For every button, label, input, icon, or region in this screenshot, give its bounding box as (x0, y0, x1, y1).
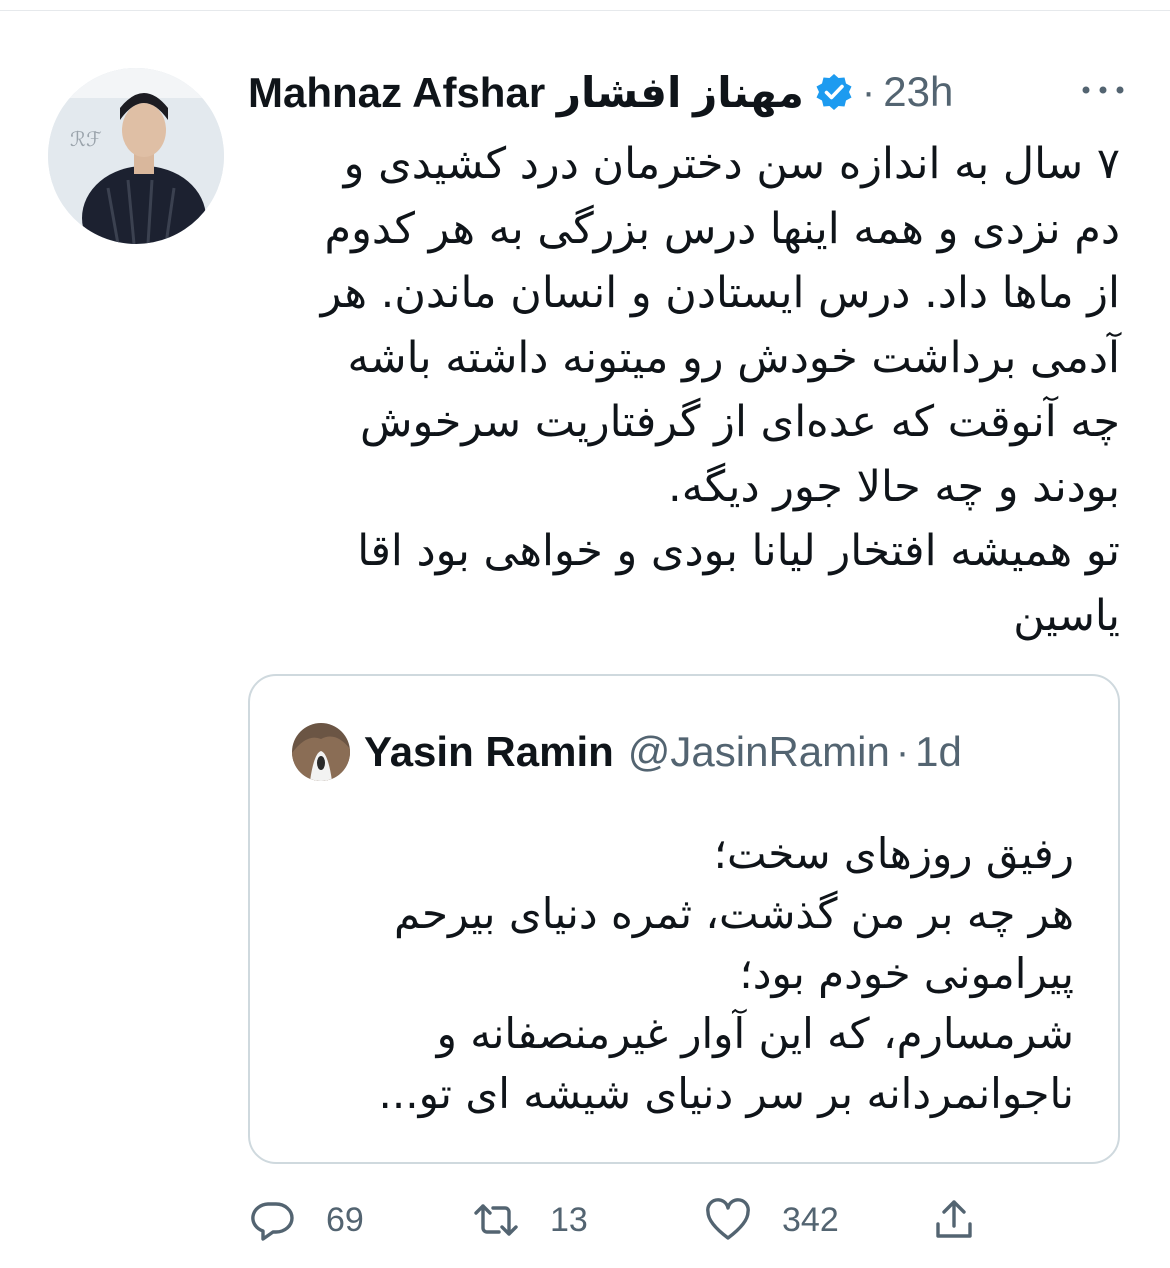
quoted-text-line: هر چه بر من گذشت، ثمره دنیای بیرحم (394, 889, 1074, 938)
tweet[interactable]: ℛℱ Mahnaz Afshar مهناز افشار · 23h ۷ سال… (0, 0, 1170, 1268)
heart-icon (704, 1196, 752, 1244)
tweet-text-line: یاسین (1013, 590, 1120, 641)
verified-badge-icon (814, 72, 854, 112)
quoted-tweet-header: Yasin Ramin @JasinRamin · 1d (292, 723, 962, 781)
author-name[interactable]: Mahnaz Afshar مهناز افشار (248, 68, 804, 117)
quoted-author-name[interactable]: Yasin Ramin (364, 728, 614, 776)
retweet-count: 13 (550, 1200, 588, 1239)
like-button[interactable]: 342 (704, 1190, 839, 1250)
quoted-text-line: پیرامونی خودم بود؛ (739, 949, 1074, 998)
quoted-author-handle[interactable]: @JasinRamin (628, 728, 890, 776)
header-separator: · (861, 69, 876, 114)
quoted-text-line: ناجوانمردانه بر سر دنیای شیشه ای تو... (378, 1069, 1074, 1118)
retweet-button[interactable]: 13 (472, 1190, 588, 1250)
tweet-text: ۷ سال به اندازه سن دخترمان درد کشیدی و د… (248, 132, 1120, 648)
tweet-text-line: تو همیشه افتخار لیانا بودی و خواهی بود ا… (357, 526, 1120, 576)
quoted-text-line: شرمسارم، که این آوار غیرمنصفانه و (436, 1009, 1074, 1058)
tweet-actions: 69 13 342 (248, 1190, 1120, 1250)
quoted-time[interactable]: 1d (915, 728, 962, 776)
tweet-text-line: دم نزدی و همه اینها درس بزرگی به هر کدوم (324, 203, 1120, 254)
more-dots-icon[interactable] (1078, 70, 1128, 110)
quoted-author-avatar[interactable] (292, 723, 350, 781)
share-icon (930, 1196, 978, 1244)
share-button[interactable] (930, 1190, 978, 1250)
tweet-time[interactable]: 23h (883, 68, 953, 116)
quoted-separator: · (895, 729, 910, 774)
tweet-text-line: از ماها داد. درس ایستادن و انسان ماندن. … (320, 268, 1120, 318)
tweet-text-line: چه آنوقت که عده‌ای از گرفتاریت سرخوش (360, 397, 1120, 447)
reply-count: 69 (326, 1200, 364, 1239)
tweet-text-line: بودند و چه حالا جور دیگه. (668, 461, 1120, 512)
quoted-tweet[interactable]: Yasin Ramin @JasinRamin · 1d رفیق روزهای… (248, 674, 1120, 1164)
quoted-tweet-text: رفیق روزهای سخت؛ هر چه بر من گذشت، ثمره … (280, 824, 1074, 1124)
reply-button[interactable]: 69 (248, 1190, 364, 1250)
svg-text:ℛℱ: ℛℱ (70, 127, 102, 151)
reply-icon (248, 1196, 296, 1244)
author-avatar[interactable]: ℛℱ (48, 68, 224, 244)
retweet-icon (472, 1196, 520, 1244)
tweet-text-line: ۷ سال به اندازه سن دخترمان درد کشیدی و (343, 139, 1120, 189)
quoted-text-line: رفیق روزهای سخت؛ (713, 829, 1074, 878)
like-count: 342 (782, 1200, 839, 1239)
tweet-header: Mahnaz Afshar مهناز افشار · 23h (248, 62, 1128, 122)
tweet-text-line: آدمی برداشت خودش رو میتونه داشته باشه (347, 332, 1120, 383)
